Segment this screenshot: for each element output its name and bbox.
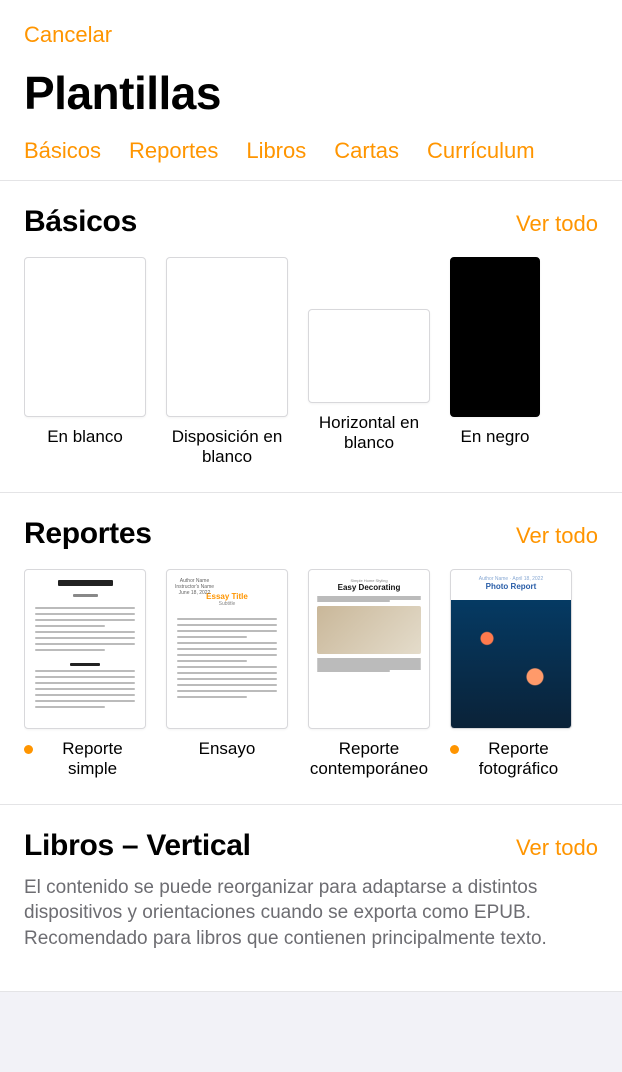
mock-doc-header: Author Name Instructor's Name June 18, 2… [175, 578, 214, 596]
template-reporte-fotografico[interactable]: Author Name · April 18, 2022 Photo Repor… [450, 569, 572, 780]
section-reportes: Reportes Ver todo [0, 493, 622, 805]
template-reporte-contemporaneo[interactable]: Simple Home Styling Easy Decorating Repo… [308, 569, 430, 780]
see-all-reportes[interactable]: Ver todo [516, 523, 598, 549]
template-label: Reporte simple [39, 739, 146, 780]
section-description-libros: El contenido se puede reorganizar para a… [24, 875, 622, 952]
template-thumb [450, 257, 540, 417]
template-thumb [24, 569, 146, 729]
mock-doc-title: Photo Report [459, 582, 563, 591]
cancel-button[interactable]: Cancelar [24, 22, 112, 48]
see-all-basicos[interactable]: Ver todo [516, 211, 598, 237]
new-dot-icon [450, 745, 459, 754]
section-title-basicos: Básicos [24, 205, 137, 239]
mock-doc-title [58, 580, 113, 586]
new-dot-icon [24, 745, 33, 754]
template-thumb: Author Name · April 18, 2022 Photo Repor… [450, 569, 572, 729]
template-thumb [166, 257, 288, 417]
template-row-basicos[interactable]: En blanco Disposición en blanco Horizont… [24, 257, 622, 468]
section-libros-vertical: Libros – Vertical Ver todo El contenido … [0, 805, 622, 993]
template-horizontal-en-blanco[interactable]: Horizontal en blanco [308, 257, 430, 468]
template-label: Reporte fotográfico [465, 739, 572, 780]
tab-reportes[interactable]: Reportes [129, 138, 218, 164]
tab-basicos[interactable]: Básicos [24, 138, 101, 164]
template-label: Disposición en blanco [166, 427, 288, 468]
template-thumb: Simple Home Styling Easy Decorating [308, 569, 430, 729]
template-thumb: Author Name Instructor's Name June 18, 2… [166, 569, 288, 729]
page-title: Plantillas [24, 66, 598, 120]
template-ensayo[interactable]: Author Name Instructor's Name June 18, 2… [166, 569, 288, 780]
template-en-negro[interactable]: En negro [450, 257, 540, 468]
mock-doc-image [451, 600, 571, 728]
header: Cancelar Plantillas Básicos Reportes Lib… [0, 0, 622, 181]
mock-doc-subtitle: Subtitle [167, 601, 287, 607]
template-label: Horizontal en blanco [308, 413, 430, 454]
template-row-reportes[interactable]: Reporte simple Author Name Instructor's … [24, 569, 622, 780]
template-label: En negro [461, 427, 530, 447]
template-thumb [24, 257, 146, 417]
section-title-reportes: Reportes [24, 517, 152, 551]
template-en-blanco[interactable]: En blanco [24, 257, 146, 468]
section-basicos: Básicos Ver todo En blanco Disposición e… [0, 181, 622, 493]
template-reporte-simple[interactable]: Reporte simple [24, 569, 146, 780]
template-label: En blanco [47, 427, 123, 447]
template-label: Ensayo [199, 739, 256, 759]
mock-doc-title: Easy Decorating [317, 583, 421, 592]
template-thumb [308, 309, 430, 403]
tab-libros[interactable]: Libros [246, 138, 306, 164]
template-label: Reporte contemporáneo [308, 739, 430, 780]
mock-doc-image [317, 606, 421, 654]
section-title-libros: Libros – Vertical [24, 829, 251, 863]
see-all-libros[interactable]: Ver todo [516, 835, 598, 861]
category-tabs: Básicos Reportes Libros Cartas Currículu… [24, 138, 598, 170]
tab-cartas[interactable]: Cartas [334, 138, 399, 164]
template-disposicion-en-blanco[interactable]: Disposición en blanco [166, 257, 288, 468]
tab-curriculum[interactable]: Currículum [427, 138, 535, 164]
